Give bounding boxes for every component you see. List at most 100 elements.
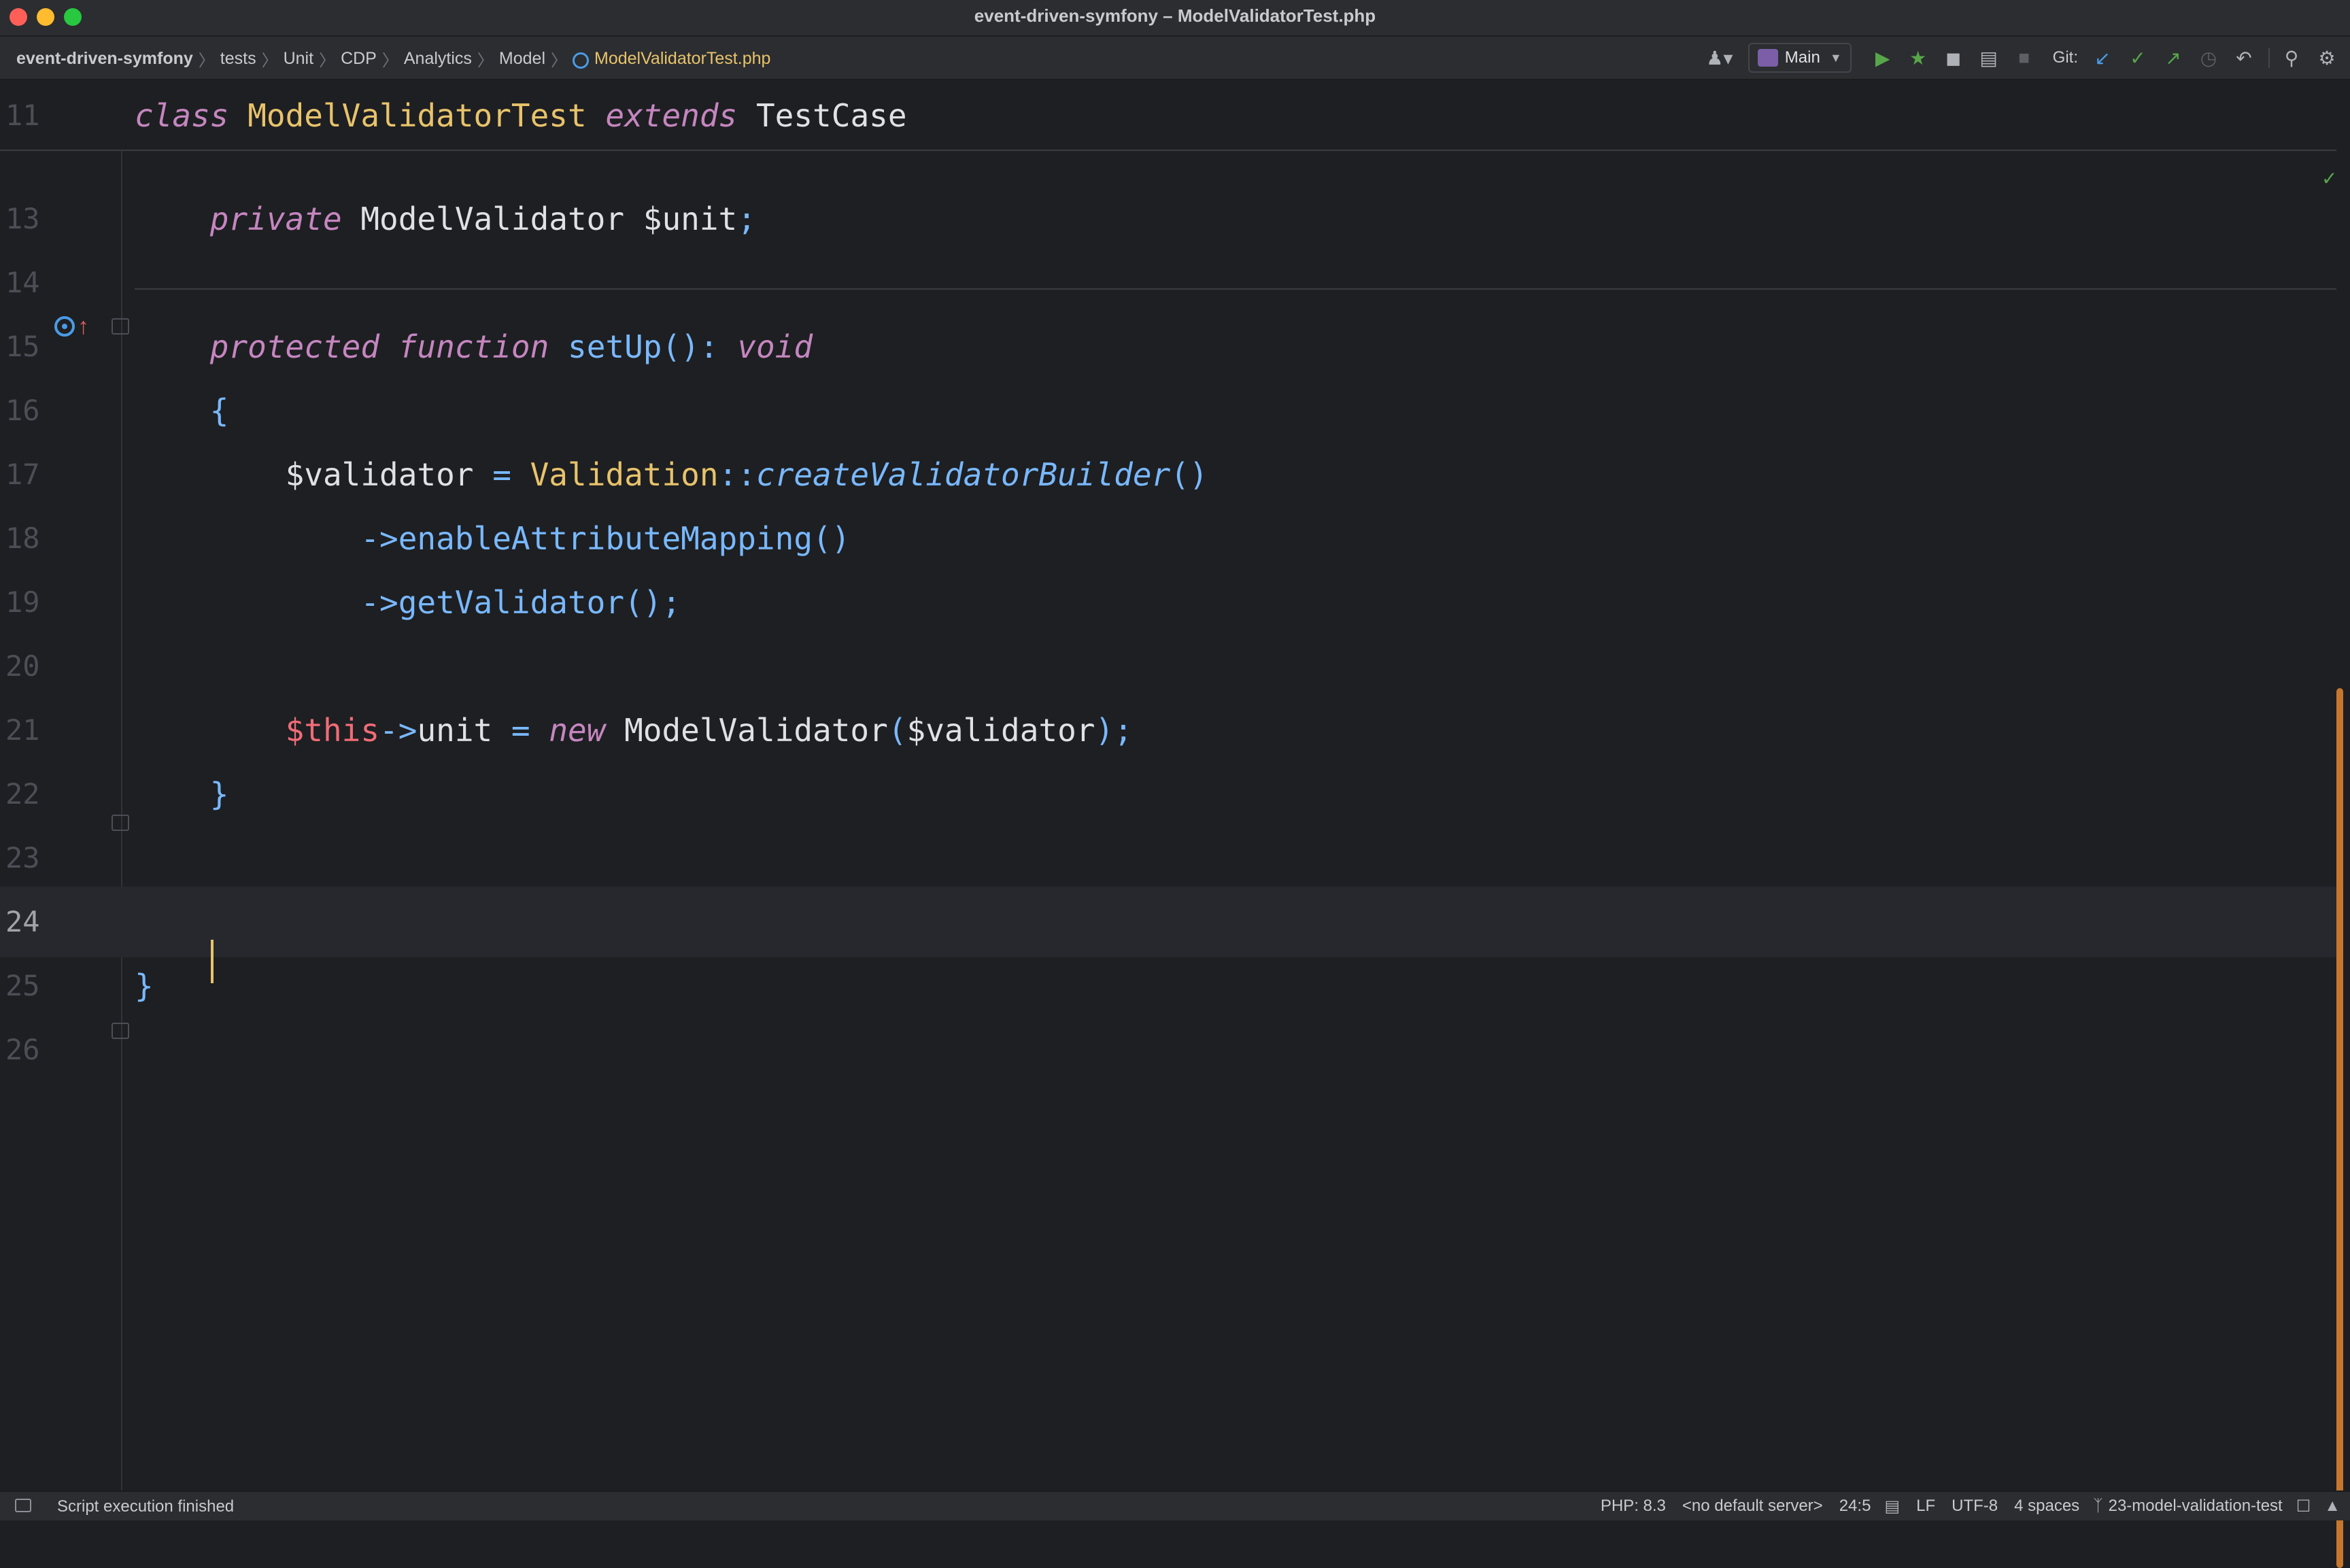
chevron-right-icon: 〉 xyxy=(551,51,567,70)
code-line[interactable]: 13 private ModelValidator $unit; xyxy=(0,184,2336,254)
inspection-ok-icon[interactable]: ✓ xyxy=(2321,167,2337,190)
code-line[interactable]: 20 xyxy=(0,631,2336,702)
toolbar-actions: ♟▾ Main ▼ ▶ ★ ◼ ▤ ■ Git: ↙ ✓ ↗ ◷ ↶ ⚲ ⚙ xyxy=(1698,43,2340,73)
line-ending[interactable]: LF xyxy=(1916,1497,1935,1516)
code-line[interactable]: 15 protected function setUp(): void xyxy=(0,311,2336,382)
code-token: Validation xyxy=(530,456,719,493)
git-branch[interactable]: 23-model-validation-test xyxy=(2109,1497,2283,1516)
code-line[interactable]: 22 } xyxy=(0,759,2336,830)
code-token: { xyxy=(209,392,229,429)
line-number: 15 xyxy=(5,330,40,363)
code-token: () xyxy=(813,520,851,557)
code-token: :: xyxy=(718,456,756,493)
server-selector[interactable]: <no default server> xyxy=(1682,1497,1823,1516)
status-message: Script execution finished xyxy=(57,1497,235,1516)
breadcrumb-project[interactable]: event-driven-symfony xyxy=(16,49,193,69)
line-number: 18 xyxy=(5,522,40,555)
lock-icon[interactable]: ☐ xyxy=(2296,1497,2311,1516)
code-token: $this xyxy=(285,712,380,749)
code-token: ( xyxy=(887,712,907,749)
run-configuration-select[interactable]: Main ▼ xyxy=(1748,43,1852,73)
breadcrumb-unit[interactable]: Unit xyxy=(284,49,313,69)
override-arrow-icon[interactable]: ↑ xyxy=(78,313,89,340)
breadcrumb-cdp[interactable]: CDP xyxy=(341,49,377,69)
code-token: setUp xyxy=(568,328,662,365)
line-number: 13 xyxy=(5,202,40,235)
breadcrumb-analytics[interactable]: Analytics xyxy=(404,49,472,69)
debug-icon[interactable]: ★ xyxy=(1905,44,1932,71)
breadcrumb-tests[interactable]: tests xyxy=(220,49,256,69)
run-icon[interactable]: ▶ xyxy=(1869,44,1896,71)
php-version[interactable]: PHP: 8.3 xyxy=(1601,1497,1666,1516)
code-text: $validator = Validation::createValidator… xyxy=(135,439,1208,510)
git-push-icon[interactable]: ↗ xyxy=(2160,44,2187,71)
sticky-header-line[interactable]: 11 class ModelValidatorTest extends Test… xyxy=(0,80,2336,151)
code-line[interactable]: 25} xyxy=(0,951,2336,1021)
user-icon[interactable]: ♟▾ xyxy=(1706,44,1733,71)
coverage-icon[interactable]: ◼ xyxy=(1940,44,1967,71)
code-token: } xyxy=(209,776,229,813)
code-token: ; xyxy=(737,201,756,237)
code-line[interactable]: 19 ->getValidator(); xyxy=(0,567,2336,638)
profile-icon[interactable]: ▤ xyxy=(1975,44,2003,71)
code-token: ); xyxy=(1095,712,1133,749)
file-encoding[interactable]: UTF-8 xyxy=(1952,1497,1998,1516)
code-token: ModelValidator xyxy=(605,712,888,749)
indent-setting[interactable]: 4 spaces xyxy=(2014,1497,2079,1516)
implements-method-icon[interactable] xyxy=(54,316,75,337)
search-icon[interactable]: ⚲ xyxy=(2278,44,2305,71)
code-line-current[interactable]: 24 xyxy=(0,887,2336,957)
caret-position[interactable]: 24:5 xyxy=(1839,1497,1871,1516)
code-token: ModelValidator $unit xyxy=(341,201,738,237)
code-text: } xyxy=(135,951,154,1021)
code-line[interactable]: 18 ->enableAttributeMapping() xyxy=(0,503,2336,574)
code-line[interactable]: 21 $this->unit = new ModelValidator($val… xyxy=(0,695,2336,766)
notifications-icon[interactable]: ▲ xyxy=(2324,1497,2340,1516)
code-line[interactable]: 14 xyxy=(0,248,2336,318)
code-text: class ModelValidatorTest extends TestCas… xyxy=(135,80,907,151)
settings-icon[interactable]: ⚙ xyxy=(2313,44,2340,71)
code-token: unit xyxy=(417,712,493,749)
code-token: void xyxy=(737,328,813,365)
git-update-icon[interactable]: ↙ xyxy=(2089,44,2116,71)
stop-icon[interactable]: ■ xyxy=(2011,44,2038,71)
git-commit-icon[interactable]: ✓ xyxy=(2124,44,2151,71)
code-line[interactable]: 23 xyxy=(0,823,2336,893)
line-number: 23 xyxy=(5,841,40,874)
tool-window-toggle-icon[interactable] xyxy=(15,1499,31,1512)
code-token: () xyxy=(662,328,700,365)
code-line[interactable]: 16 { xyxy=(0,375,2336,446)
line-number: 11 xyxy=(5,99,40,132)
line-number: 24 xyxy=(5,905,40,938)
code-token: = xyxy=(473,456,530,493)
fold-marker[interactable] xyxy=(112,318,129,335)
code-token: } xyxy=(135,968,154,1004)
git-rollback-icon[interactable]: ↶ xyxy=(2230,44,2258,71)
file-status-icon[interactable]: ▤ xyxy=(1884,1497,1900,1516)
line-number: 16 xyxy=(5,394,40,427)
line-number: 20 xyxy=(5,649,40,683)
line-number: 21 xyxy=(5,713,40,747)
fold-marker[interactable] xyxy=(112,815,129,831)
title-bar: event-driven-symfony – ModelValidatorTes… xyxy=(0,0,2350,37)
fold-marker[interactable] xyxy=(112,1023,129,1039)
code-line[interactable]: 26 xyxy=(0,1015,2336,1085)
breadcrumb-file[interactable]: ModelValidatorTest.php xyxy=(594,49,770,69)
line-number: 22 xyxy=(5,777,40,811)
vertical-scrollbar[interactable] xyxy=(2336,688,2343,1568)
git-history-icon[interactable]: ◷ xyxy=(2195,44,2222,71)
code-token: protected xyxy=(209,328,380,365)
breadcrumb-model[interactable]: Model xyxy=(499,49,545,69)
code-editor[interactable]: 11 class ModelValidatorTest extends Test… xyxy=(0,80,2350,1568)
code-line[interactable]: 17 $validator = Validation::createValida… xyxy=(0,439,2336,510)
chevron-right-icon: 〉 xyxy=(261,51,278,70)
code-token: -> xyxy=(360,520,398,557)
